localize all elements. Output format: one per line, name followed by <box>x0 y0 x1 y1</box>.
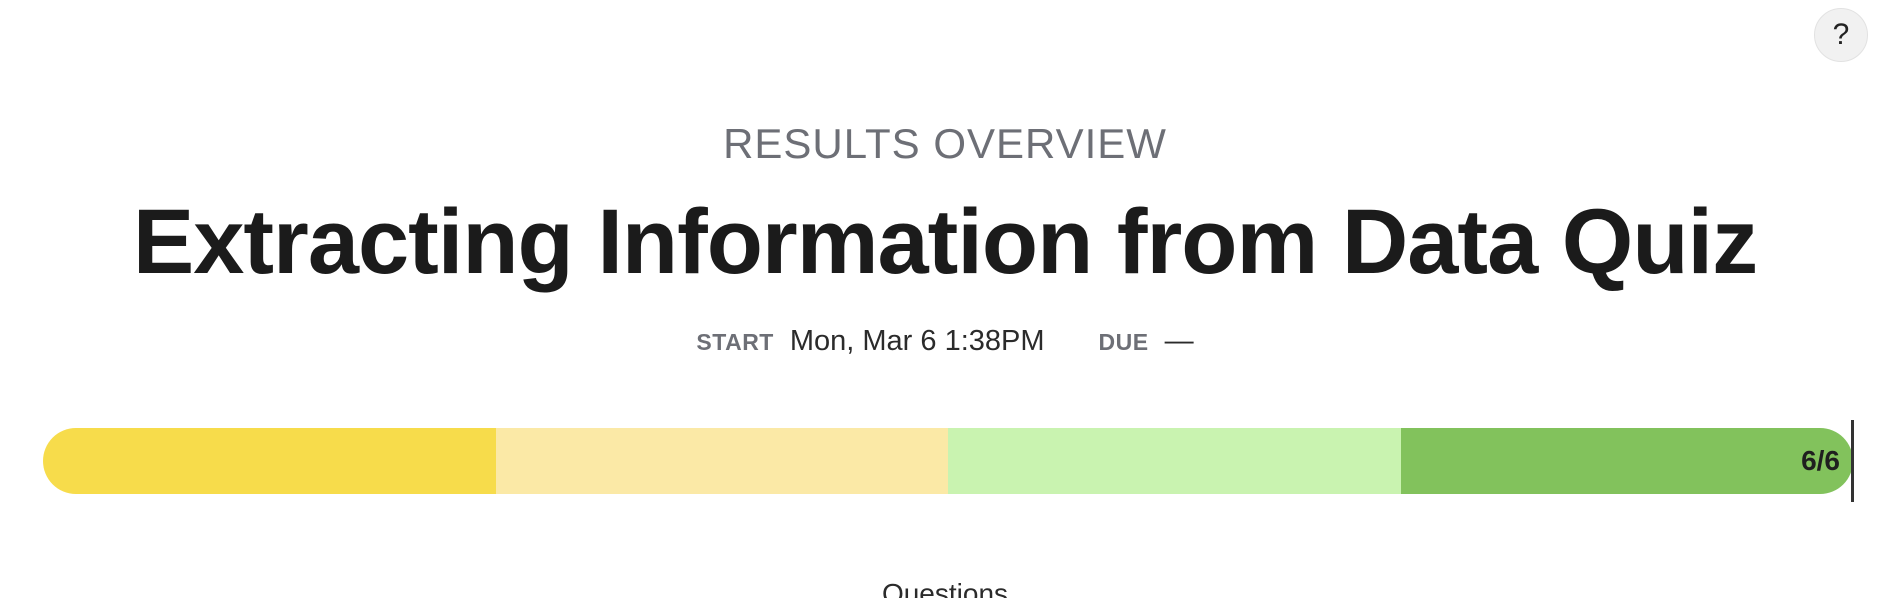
page-eyebrow: RESULTS OVERVIEW <box>723 120 1167 167</box>
progress-end-marker <box>1851 420 1854 502</box>
page-title: Extracting Information from Data Quiz <box>132 191 1758 293</box>
progress-segment-4 <box>1400 428 1853 494</box>
start-label: START <box>696 329 774 355</box>
questions-heading: Questions <box>881 578 1009 598</box>
help-icon: ? <box>1832 18 1850 51</box>
quiz-meta: START Mon, Mar 6 1:38PM DUE — <box>0 325 1890 358</box>
progress-segment-1 <box>43 428 496 494</box>
due-info: DUE — <box>1099 325 1194 358</box>
start-info: START Mon, Mar 6 1:38PM <box>696 325 1044 358</box>
progress-segment-3 <box>948 428 1401 494</box>
progress-segment-2 <box>495 428 948 494</box>
due-value: — <box>1164 325 1194 357</box>
help-button[interactable]: ? <box>1814 8 1868 62</box>
start-value: Mon, Mar 6 1:38PM <box>789 325 1045 357</box>
due-label: DUE <box>1098 329 1149 355</box>
results-progress-bar <box>43 428 1853 494</box>
results-overview-page: ? RESULTS OVERVIEW Extracting Informatio… <box>0 0 1890 598</box>
